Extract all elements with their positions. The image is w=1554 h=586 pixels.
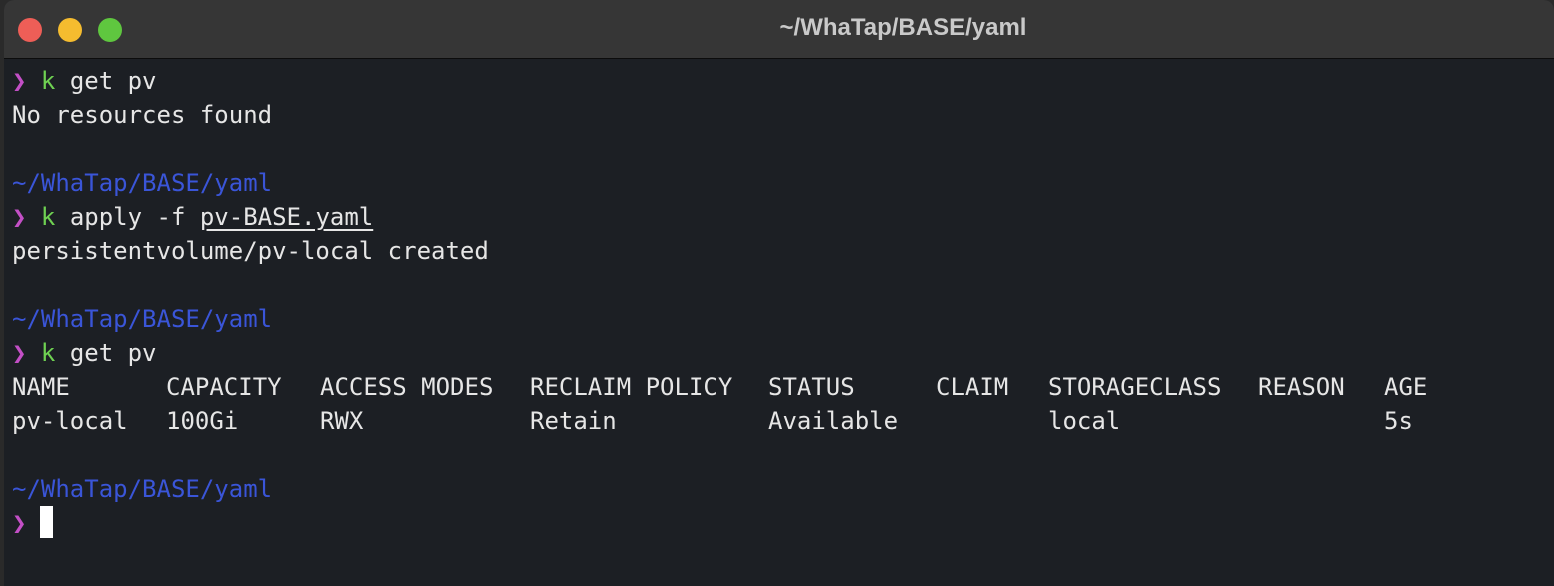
cell-access-modes: RWX — [320, 407, 364, 435]
header-access-modes: ACCESS MODES — [320, 373, 494, 401]
cell-capacity: 100Gi — [166, 407, 239, 435]
command-alias: k — [40, 339, 56, 367]
prompt-path: ~/WhaTap/BASE/yaml — [12, 169, 273, 197]
command-args: get pv — [69, 67, 157, 95]
command-args: apply -f — [69, 203, 186, 231]
command-alias: k — [40, 203, 56, 231]
command-line: ❯ k get pv — [12, 64, 1554, 98]
terminal-window: ~/WhaTap/BASE/yaml ❯ k get pv No resourc… — [4, 0, 1554, 586]
header-reclaim-policy: RECLAIM POLICY — [530, 373, 733, 401]
cell-age: 5s — [1384, 407, 1413, 435]
table-row: pv-local 100Gi RWX Retain Available loca… — [12, 404, 1554, 438]
input-line[interactable]: ❯ — [12, 506, 1554, 540]
header-capacity: CAPACITY — [166, 373, 282, 401]
prompt-path: ~/WhaTap/BASE/yaml — [12, 305, 273, 333]
command-args: get pv — [69, 339, 157, 367]
cell-name: pv-local — [12, 407, 128, 435]
window-title: ~/WhaTap/BASE/yaml — [779, 14, 1027, 41]
command-line: ❯ k get pv — [12, 336, 1554, 370]
cell-reclaim-policy: Retain — [530, 407, 617, 435]
terminal-output[interactable]: ❯ k get pv No resources found ~/WhaTap/B… — [12, 64, 1554, 540]
file-link[interactable]: pv-BASE.yaml — [200, 203, 373, 231]
prompt-path: ~/WhaTap/BASE/yaml — [12, 475, 273, 503]
prompt-icon: ❯ — [12, 339, 27, 367]
header-status: STATUS — [768, 373, 855, 401]
command-line: ❯ k apply -f pv-BASE.yaml — [12, 200, 1554, 234]
cell-storageclass: local — [1048, 407, 1121, 435]
prompt-icon: ❯ — [12, 67, 27, 95]
prompt-icon: ❯ — [12, 203, 27, 231]
command-alias: k — [40, 67, 56, 95]
header-storageclass: STORAGECLASS — [1048, 373, 1222, 401]
header-age: AGE — [1384, 373, 1428, 401]
header-name: NAME — [12, 373, 70, 401]
header-reason: REASON — [1258, 373, 1345, 401]
command-output: No resources found — [12, 101, 273, 129]
command-output: persistentvolume/pv-local created — [12, 237, 489, 265]
cell-status: Available — [768, 407, 899, 435]
table-header-row: NAME CAPACITY ACCESS MODES RECLAIM POLIC… — [12, 370, 1554, 404]
title-bar: ~/WhaTap/BASE/yaml — [4, 0, 1554, 59]
header-claim: CLAIM — [936, 373, 1009, 401]
